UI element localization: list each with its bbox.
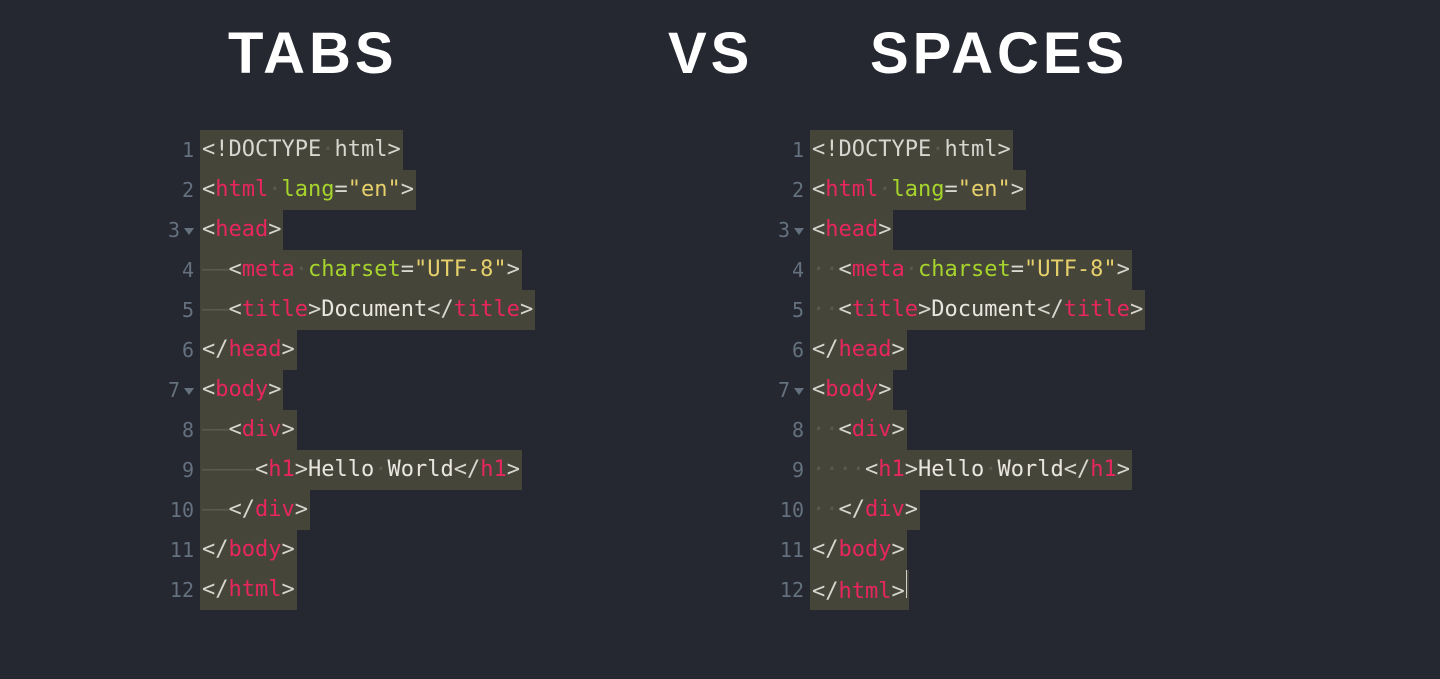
code-line: 11 </body> — [150, 530, 535, 570]
heading-spaces: SPACES — [870, 20, 1128, 87]
code-line: 6 </head> — [150, 330, 535, 370]
line-number: 10 — [760, 490, 810, 530]
code-line: 9 ――――<h1>Hello·World</h1> — [150, 450, 535, 490]
code-line: 5 ··<title>Document</title> — [760, 290, 1145, 330]
code-line: 8 ――<div> — [150, 410, 535, 450]
fold-icon[interactable] — [184, 388, 194, 395]
editor-tabs: 1 <!DOCTYPE·html> 2 <html·lang="en"> 3 <… — [150, 130, 535, 610]
code-line: 10 ――</div> — [150, 490, 535, 530]
line-number: 5 — [150, 290, 200, 330]
code-line: 10 ··</div> — [760, 490, 1145, 530]
line-number: 12 — [760, 570, 810, 610]
line-number: 2 — [150, 170, 200, 210]
code-line: 7 <body> — [150, 370, 535, 410]
line-number: 11 — [760, 530, 810, 570]
line-number: 4 — [150, 250, 200, 290]
line-number: 3 — [150, 210, 200, 250]
fold-icon[interactable] — [794, 228, 804, 235]
line-number: 10 — [150, 490, 200, 530]
text-cursor — [906, 570, 907, 598]
code-line: 6 </head> — [760, 330, 1145, 370]
line-number: 3 — [760, 210, 810, 250]
line-number: 11 — [150, 530, 200, 570]
code-line: 4 ――<meta·charset="UTF-8"> — [150, 250, 535, 290]
code-line: 1 <!DOCTYPE·html> — [760, 130, 1145, 170]
code-line: 9 ····<h1>Hello·World</h1> — [760, 450, 1145, 490]
line-number: 4 — [760, 250, 810, 290]
line-number: 7 — [760, 370, 810, 410]
code-line: 11 </body> — [760, 530, 1145, 570]
fold-icon[interactable] — [794, 388, 804, 395]
code-line: 7 <body> — [760, 370, 1145, 410]
line-number: 6 — [760, 330, 810, 370]
code-line: 3 <head> — [760, 210, 1145, 250]
line-number: 8 — [760, 410, 810, 450]
line-number: 6 — [150, 330, 200, 370]
line-number: 1 — [760, 130, 810, 170]
line-number: 2 — [760, 170, 810, 210]
code-line: 2 <html·lang="en"> — [150, 170, 535, 210]
code-line: 1 <!DOCTYPE·html> — [150, 130, 535, 170]
code-line: 4 ··<meta·charset="UTF-8"> — [760, 250, 1145, 290]
line-number: 5 — [760, 290, 810, 330]
line-number: 12 — [150, 570, 200, 610]
line-number: 1 — [150, 130, 200, 170]
line-number: 8 — [150, 410, 200, 450]
heading-tabs: TABS — [228, 20, 398, 87]
code-line: 12 </html> — [760, 570, 1145, 610]
line-number: 9 — [760, 450, 810, 490]
code-line: 5 ――<title>Document</title> — [150, 290, 535, 330]
code-line: 12 </html> — [150, 570, 535, 610]
line-number: 9 — [150, 450, 200, 490]
code-line: 2 <html·lang="en"> — [760, 170, 1145, 210]
heading-vs: VS — [668, 20, 753, 87]
fold-icon[interactable] — [184, 228, 194, 235]
code-line: 3 <head> — [150, 210, 535, 250]
line-number: 7 — [150, 370, 200, 410]
code-line: 8 ··<div> — [760, 410, 1145, 450]
editor-spaces: 1 <!DOCTYPE·html> 2 <html·lang="en"> 3 <… — [760, 130, 1145, 610]
